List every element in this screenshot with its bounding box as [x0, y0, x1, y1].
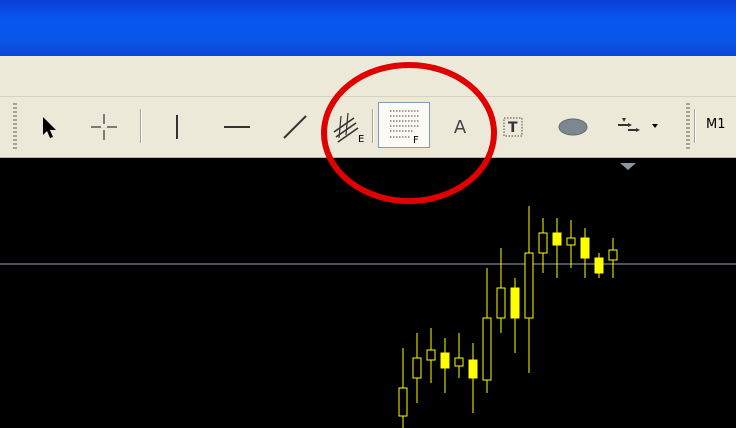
- text-icon: A: [453, 116, 467, 138]
- toolbar-grip[interactable]: [686, 103, 690, 149]
- candle-body: [580, 237, 590, 259]
- toolbar-separator: [694, 109, 695, 143]
- toolbar-separator: [372, 109, 373, 143]
- equidistant-channel-icon: E: [333, 112, 364, 144]
- candle-body: [608, 249, 618, 261]
- candle-body: [440, 352, 450, 369]
- fibonacci-retracement-button[interactable]: F: [378, 102, 430, 148]
- channel-sub-label: E: [358, 134, 364, 144]
- crosshair-button[interactable]: [86, 97, 122, 157]
- ellipse-button[interactable]: [550, 97, 596, 157]
- text-label-icon: T: [503, 117, 523, 137]
- drawing-toolbar: E A T: [0, 97, 736, 158]
- vertical-line-icon: [176, 115, 178, 139]
- text-button[interactable]: A: [444, 97, 476, 157]
- candle-body: [454, 357, 464, 367]
- horizontal-line-button[interactable]: [220, 97, 254, 157]
- text-label-button[interactable]: T: [496, 97, 532, 157]
- candle-body: [482, 317, 492, 381]
- trendline-icon: [283, 115, 307, 139]
- timeframe-m1-button[interactable]: M1: [706, 117, 726, 132]
- title-bar: [0, 0, 736, 56]
- candle-body: [412, 357, 422, 379]
- candle-body: [538, 232, 548, 254]
- toolbar-separator: [140, 109, 141, 143]
- toolbar-grip[interactable]: [13, 103, 17, 149]
- candle-body: [496, 287, 506, 319]
- ellipse-icon: [558, 118, 588, 136]
- trendline-button[interactable]: [278, 97, 312, 157]
- menu-bar: [0, 56, 736, 97]
- arrow-cursor-button[interactable]: [32, 97, 68, 157]
- candle-body: [398, 387, 408, 417]
- candle-body: [524, 252, 534, 319]
- chart-shift-marker[interactable]: [620, 163, 636, 170]
- svg-text:T: T: [508, 120, 518, 136]
- price-chart[interactable]: [0, 158, 736, 428]
- vertical-line-button[interactable]: [162, 97, 192, 157]
- candles-group: [398, 206, 618, 428]
- candle-body: [566, 237, 576, 246]
- candle-body: [468, 359, 478, 379]
- equidistant-channel-button[interactable]: E: [330, 97, 368, 157]
- fibonacci-retracement-icon: F: [390, 110, 420, 146]
- candle-body: [552, 232, 562, 246]
- candle-body: [594, 257, 604, 274]
- horizontal-line-icon: [224, 126, 250, 128]
- arrows-dropdown-icon: [618, 118, 658, 132]
- arrow-cursor-icon: [43, 117, 56, 138]
- candle-body: [510, 287, 520, 319]
- crosshair-icon: [91, 114, 117, 140]
- arrows-dropdown-button[interactable]: [606, 97, 664, 157]
- candle-body: [426, 349, 436, 361]
- fibo-sub-label: F: [413, 135, 419, 146]
